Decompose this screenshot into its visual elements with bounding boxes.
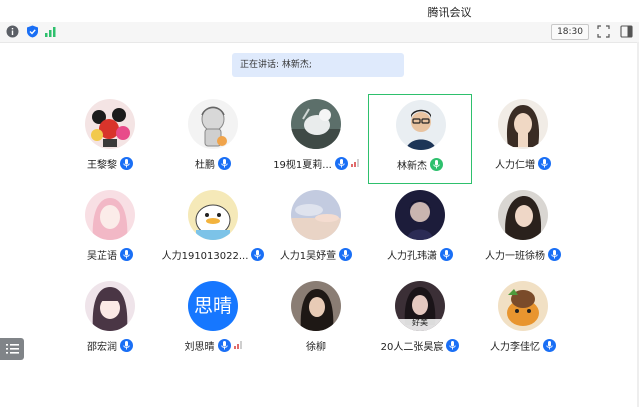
participant-tile[interactable]: 19枧1夏莉... (264, 94, 368, 184)
member-list-button[interactable] (0, 338, 24, 360)
participant-tile[interactable]: 思晴 刘思晴 (161, 276, 265, 366)
participant-name: 人力191013022... (161, 250, 249, 262)
participant-avatar (85, 99, 135, 149)
participant-info: 邵宏润 (58, 337, 162, 353)
participant-tile[interactable]: 徐柳 (264, 276, 368, 366)
participant-name: 人力孔玮潇 (387, 250, 437, 262)
participant-avatar (188, 190, 238, 240)
network-quality-icon (350, 159, 359, 167)
microphone-icon (217, 338, 231, 352)
participant-avatar (396, 100, 446, 150)
participant-avatar (395, 190, 445, 240)
participant-avatar (291, 281, 341, 331)
participant-avatar: 思晴 (188, 281, 238, 331)
participant-info: 人力仁増 (471, 155, 575, 171)
microphone-icon (334, 156, 348, 170)
microphone-icon (218, 156, 231, 170)
participant-info: 人力李佳忆 (471, 337, 575, 353)
participant-name: 徐柳 (306, 341, 326, 353)
participant-avatar (291, 190, 341, 240)
participant-name: 20人二张昊宸 (380, 341, 444, 353)
participant-avatar (498, 190, 548, 240)
participant-avatar (291, 99, 341, 149)
active-speaker-banner: 正在讲话: 林新杰; (232, 53, 404, 77)
participant-tile[interactable]: 人力一班徐杨 (471, 185, 575, 275)
participant-name: 19枧1夏莉... (273, 159, 332, 171)
participant-info: 林新杰 (369, 156, 471, 172)
participant-tile-active-speaker[interactable]: 林新杰 (368, 94, 472, 184)
participant-tile[interactable]: 人力仁増 (471, 94, 575, 184)
microphone-icon (538, 156, 551, 170)
microphone-icon (251, 247, 265, 261)
participant-tile[interactable]: 人力191013022... (161, 185, 265, 275)
microphone-icon (120, 247, 133, 261)
participant-name: 邵宏润 (87, 341, 117, 353)
participant-name: 人力李佳忆 (490, 341, 540, 353)
participant-info: 刘思晴 (161, 337, 265, 353)
participant-tile[interactable]: 王黎黎 (58, 94, 162, 184)
microphone-icon (120, 338, 133, 352)
participant-info: 杜鹏 (161, 155, 265, 171)
microphone-speaking-icon (430, 157, 443, 171)
network-quality-icon (233, 341, 242, 349)
network-signal-icon[interactable] (44, 25, 57, 38)
window-title: 腾讯会议 (427, 6, 472, 19)
meeting-toolbar: 18:30 (0, 22, 639, 43)
participant-tile[interactable]: 人力孔玮潇 (368, 185, 472, 275)
microphone-icon (339, 247, 353, 261)
participant-name: 杜鹏 (195, 159, 215, 171)
participant-info: 人力1吴妤萱 (264, 246, 368, 262)
participant-info: 20人二张昊宸 (368, 337, 472, 353)
participant-avatar (498, 281, 548, 331)
microphone-icon (548, 247, 561, 261)
participant-tile[interactable]: 邵宏润 (58, 276, 162, 366)
participant-tile[interactable]: 吴芷语 (58, 185, 162, 275)
participant-tile[interactable]: 人力李佳忆 (471, 276, 575, 366)
avatar-caption: 好美 (412, 318, 428, 327)
side-panel-icon[interactable] (620, 25, 633, 38)
microphone-icon (440, 247, 453, 261)
participant-tile[interactable]: 杜鹏 (161, 94, 265, 184)
participant-name: 刘思晴 (184, 341, 215, 353)
participant-name: 林新杰 (397, 160, 427, 172)
microphone-icon (543, 338, 556, 352)
participant-name: 人力仁増 (495, 159, 535, 171)
fullscreen-icon[interactable] (597, 25, 610, 38)
title-bar: 腾讯会议 (0, 0, 639, 23)
microphone-icon (446, 338, 460, 352)
participant-info: 徐柳 (264, 337, 368, 353)
participant-avatar (498, 99, 548, 149)
participant-info: 吴芷语 (58, 246, 162, 262)
list-icon (6, 344, 19, 354)
security-shield-icon[interactable] (26, 25, 39, 38)
participant-info: 人力孔玮潇 (368, 246, 472, 262)
meeting-timer: 18:30 (551, 24, 589, 40)
participant-name: 人力一班徐杨 (485, 250, 545, 262)
participant-avatar (188, 99, 238, 149)
participant-info: 人力191013022... (161, 246, 265, 262)
participant-name: 吴芷语 (87, 250, 117, 262)
participant-avatar (85, 281, 135, 331)
participant-tile[interactable]: 人力1吴妤萱 (264, 185, 368, 275)
microphone-icon (120, 156, 133, 170)
participant-info: 人力一班徐杨 (471, 246, 575, 262)
participant-info: 19枧1夏莉... (264, 155, 368, 171)
participant-info: 王黎黎 (58, 155, 162, 171)
info-icon[interactable] (6, 25, 19, 38)
participant-avatar (85, 190, 135, 240)
participant-name: 人力1吴妤萱 (279, 250, 337, 262)
participant-name: 王黎黎 (87, 159, 117, 171)
participant-tile[interactable]: 好美 20人二张昊宸 (368, 276, 472, 366)
